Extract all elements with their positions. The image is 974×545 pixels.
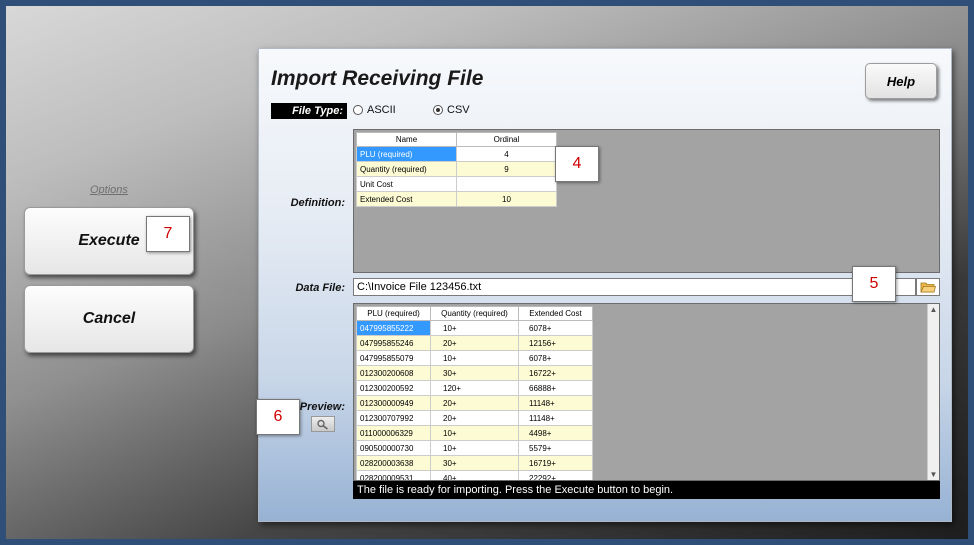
preview-row[interactable]: 047995855246 20+ 12156+	[356, 335, 593, 351]
definition-header-ordinal[interactable]: Ordinal	[456, 132, 557, 147]
preview-row[interactable]: 011000006329 10+ 4498+	[356, 425, 593, 441]
preview-row[interactable]: 012300707992 20+ 11148+	[356, 410, 593, 426]
radio-csv[interactable]: CSV	[433, 104, 470, 116]
definition-cell-ordinal[interactable]: 9	[456, 161, 557, 177]
preview-cell-quantity[interactable]: 120+	[430, 380, 519, 396]
import-receiving-panel: Import Receiving File Help File Type: AS…	[258, 48, 952, 522]
callout-5: 5	[852, 266, 896, 302]
cancel-button[interactable]: Cancel	[24, 285, 194, 353]
preview-cell-plu[interactable]: 012300200592	[356, 380, 431, 396]
preview-cell-plu[interactable]: 047995855222	[356, 320, 431, 336]
preview-cell-extended-cost[interactable]: 5579+	[518, 440, 593, 456]
preview-cell-extended-cost[interactable]: 11148+	[518, 410, 593, 426]
definition-table: Name Ordinal PLU (required) 4 Quantity (…	[356, 132, 557, 207]
preview-cell-plu[interactable]: 028200003638	[356, 455, 431, 471]
preview-cell-quantity[interactable]: 20+	[430, 395, 519, 411]
preview-header-quantity[interactable]: Quantity (required)	[430, 306, 519, 321]
preview-row[interactable]: 012300000949 20+ 11148+	[356, 395, 593, 411]
preview-cell-extended-cost[interactable]: 12156+	[518, 335, 593, 351]
radio-ascii-label: ASCII	[367, 104, 396, 116]
preview-cell-quantity[interactable]: 30+	[430, 365, 519, 381]
preview-cell-plu[interactable]: 012300200608	[356, 365, 431, 381]
preview-row[interactable]: 090500000730 10+ 5579+	[356, 440, 593, 456]
page-title: Import Receiving File	[271, 67, 484, 90]
preview-cell-extended-cost[interactable]: 16719+	[518, 455, 593, 471]
definition-cell-ordinal[interactable]: 4	[456, 146, 557, 162]
preview-scrollbar[interactable]: ▲ ▼	[927, 304, 939, 480]
browse-folder-button[interactable]	[916, 278, 940, 296]
help-button-label: Help	[886, 73, 916, 89]
preview-cell-quantity[interactable]: 10+	[430, 320, 519, 336]
preview-cell-extended-cost[interactable]: 11148+	[518, 395, 593, 411]
definition-label: Definition:	[290, 197, 345, 209]
definition-cell-ordinal[interactable]	[456, 176, 557, 192]
preview-cell-plu[interactable]: 028200009531	[356, 470, 431, 480]
preview-cell-quantity[interactable]: 10+	[430, 440, 519, 456]
definition-cell-ordinal[interactable]: 10	[456, 191, 557, 207]
preview-cell-plu[interactable]: 047995855246	[356, 335, 431, 351]
radio-csv-circle[interactable]	[433, 105, 443, 115]
preview-row[interactable]: 028200009531 40+ 22292+	[356, 470, 593, 480]
preview-row[interactable]: 047995855222 10+ 6078+	[356, 320, 593, 336]
cancel-button-label: Cancel	[82, 310, 136, 327]
scroll-down-icon[interactable]: ▼	[928, 470, 939, 479]
radio-ascii-circle[interactable]	[353, 105, 363, 115]
preview-button[interactable]	[311, 416, 335, 432]
definition-cell-name[interactable]: PLU (required)	[356, 146, 457, 162]
preview-row[interactable]: 012300200608 30+ 16722+	[356, 365, 593, 381]
preview-cell-plu[interactable]: 011000006329	[356, 425, 431, 441]
status-message: The file is ready for importing. Press t…	[353, 481, 940, 499]
definition-cell-name[interactable]: Quantity (required)	[356, 161, 457, 177]
execute-button-label: Execute	[78, 232, 140, 249]
preview-cell-quantity[interactable]: 40+	[430, 470, 519, 480]
preview-row[interactable]: 047995855079 10+ 6078+	[356, 350, 593, 366]
preview-cell-quantity[interactable]: 10+	[430, 425, 519, 441]
preview-cell-extended-cost[interactable]: 66888+	[518, 380, 593, 396]
preview-cell-plu[interactable]: 012300707992	[356, 410, 431, 426]
preview-cell-plu[interactable]: 012300000949	[356, 395, 431, 411]
callout-4: 4	[555, 146, 599, 182]
options-label: Options	[90, 184, 128, 196]
help-button[interactable]: Help	[865, 63, 937, 99]
preview-cell-plu[interactable]: 047995855079	[356, 350, 431, 366]
preview-cell-quantity[interactable]: 10+	[430, 350, 519, 366]
definition-grid[interactable]: Name Ordinal PLU (required) 4 Quantity (…	[353, 129, 940, 273]
callout-6: 6	[256, 399, 300, 435]
preview-cell-extended-cost[interactable]: 6078+	[518, 350, 593, 366]
preview-cell-extended-cost[interactable]: 22292+	[518, 470, 593, 480]
preview-cell-plu[interactable]: 090500000730	[356, 440, 431, 456]
preview-cell-extended-cost[interactable]: 6078+	[518, 320, 593, 336]
radio-csv-label: CSV	[447, 104, 470, 116]
preview-row[interactable]: 012300200592 120+ 66888+	[356, 380, 593, 396]
radio-ascii[interactable]: ASCII	[353, 104, 396, 116]
folder-icon	[920, 282, 936, 293]
definition-cell-name[interactable]: Extended Cost	[356, 191, 457, 207]
definition-header-name[interactable]: Name	[356, 132, 457, 147]
preview-header-plu[interactable]: PLU (required)	[356, 306, 431, 321]
preview-grid[interactable]: PLU (required) Quantity (required) Exten…	[353, 303, 940, 481]
definition-cell-name[interactable]: Unit Cost	[356, 176, 457, 192]
preview-cell-quantity[interactable]: 20+	[430, 335, 519, 351]
definition-row[interactable]: PLU (required) 4	[356, 146, 557, 162]
preview-row[interactable]: 028200003638 30+ 16719+	[356, 455, 593, 471]
preview-cell-extended-cost[interactable]: 16722+	[518, 365, 593, 381]
callout-7: 7	[146, 216, 190, 252]
data-file-label: Data File:	[295, 282, 345, 294]
definition-row[interactable]: Extended Cost 10	[356, 191, 557, 207]
definition-row[interactable]: Quantity (required) 9	[356, 161, 557, 177]
data-file-input[interactable]: C:\Invoice File 123456.txt	[353, 278, 916, 296]
preview-cell-extended-cost[interactable]: 4498+	[518, 425, 593, 441]
preview-table: PLU (required) Quantity (required) Exten…	[356, 306, 593, 480]
definition-row[interactable]: Unit Cost	[356, 176, 557, 192]
preview-header-extended-cost[interactable]: Extended Cost	[518, 306, 593, 321]
file-type-label: File Type:	[271, 103, 347, 119]
preview-cell-quantity[interactable]: 20+	[430, 410, 519, 426]
preview-cell-quantity[interactable]: 30+	[430, 455, 519, 471]
magnifier-icon	[317, 419, 328, 430]
scroll-up-icon[interactable]: ▲	[928, 305, 939, 314]
